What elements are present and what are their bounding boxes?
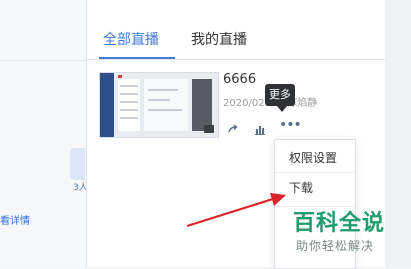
watermark-logo-text: 百科全说 xyxy=(293,211,386,236)
watermark-slogan: 助你轻松解决 xyxy=(296,239,375,253)
